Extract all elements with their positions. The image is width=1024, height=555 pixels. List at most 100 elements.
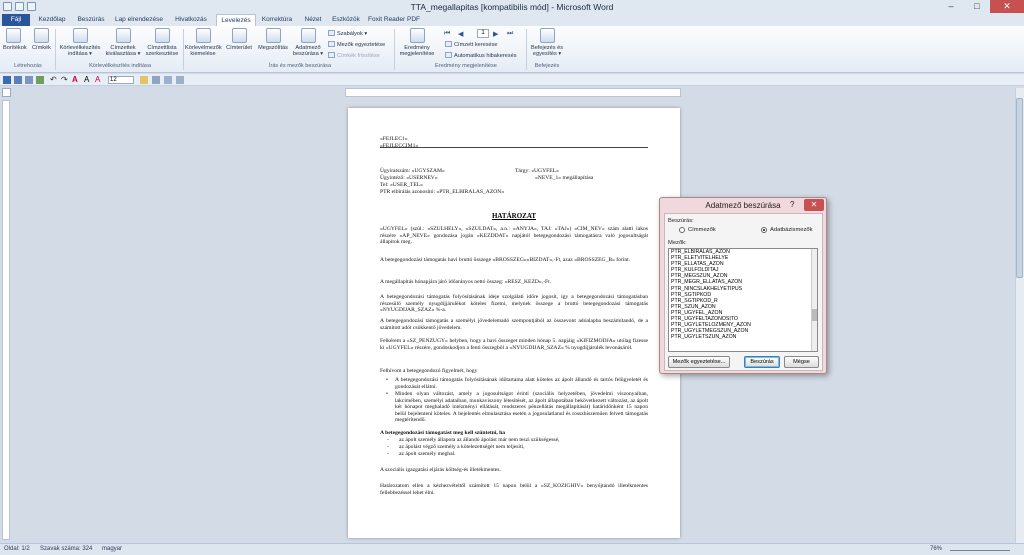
highlight-merge-fields-button[interactable]: Körlevélmezők kiemelése (185, 28, 222, 57)
rules-button[interactable]: Szabályok ▾ (328, 30, 367, 37)
bullet-icon: • (386, 377, 388, 383)
minimize-button[interactable]: – (938, 0, 964, 13)
doc-bullet-item: A betegegondozási támogatás folyósításán… (395, 377, 648, 390)
shrink-font-icon[interactable]: A (95, 76, 103, 84)
match-fields-icon (328, 41, 335, 47)
bullet-icon: • (386, 391, 388, 397)
previous-record-icon[interactable]: ◀ (458, 30, 463, 38)
insert-label: Beszúrás: (668, 218, 694, 224)
auto-check-errors-button[interactable]: Automatikus hibakeresés (445, 52, 517, 59)
greeting-line-button[interactable]: Megszólítás (256, 28, 290, 51)
envelopes-button[interactable]: Borítékok (3, 28, 27, 51)
listbox-scroll-thumb[interactable] (812, 309, 817, 321)
quick-format-toolbar: ↶ ↷ A A A 12 (0, 74, 1024, 86)
address-block-button[interactable]: Címterület (224, 28, 254, 51)
database-fields-label[interactable]: Adatbázismezők (770, 227, 813, 233)
doc-bullet-item: Minden olyan változást, amely a jogosult… (395, 391, 648, 424)
font-color-icon[interactable]: A (72, 76, 80, 84)
zoom-slider[interactable] (950, 550, 1010, 551)
tab-tools[interactable]: Eszközök (330, 14, 362, 26)
table-icon[interactable] (176, 76, 184, 84)
update-labels-icon (328, 52, 335, 58)
finish-merge-button[interactable]: Befejezés és egyesítés ▾ (528, 28, 566, 57)
preview-results-button[interactable]: Eredmény megjelenítése (398, 28, 436, 57)
tab-page-layout[interactable]: Lap elrendezése (112, 14, 166, 26)
highlight-icon[interactable] (140, 76, 148, 84)
print-icon[interactable] (25, 76, 33, 84)
paragraph-icon[interactable] (164, 76, 172, 84)
first-record-icon[interactable]: ⏮ (444, 30, 450, 38)
check-errors-icon (445, 52, 452, 58)
scrollbar-thumb[interactable] (1016, 98, 1023, 278)
tab-insert[interactable]: Beszúrás (72, 14, 110, 26)
cancel-button[interactable]: Mégse (784, 356, 819, 368)
doc-paragraph: «UGYFEL» (szül.: «SZULHELY», «SZULDAT», … (380, 226, 648, 246)
listbox-scrollbar[interactable] (811, 249, 817, 351)
save-icon[interactable] (14, 76, 22, 84)
doc-paragraph: A betegegondozási támogatás folyósításán… (380, 294, 648, 314)
tab-file[interactable]: Fájl (2, 14, 30, 26)
tab-foxit[interactable]: Foxit Reader PDF (364, 14, 424, 26)
insert-merge-field-button[interactable]: Adatmező beszúrása ▾ (292, 28, 324, 57)
insert-button[interactable]: Beszúrás (744, 356, 780, 368)
dialog-title: Adatmező beszúrása (705, 201, 781, 210)
horizontal-ruler[interactable] (345, 88, 681, 97)
doc-subject: Tárgy: «UGYFEL» (515, 168, 559, 174)
close-button[interactable]: ✕ (990, 0, 1024, 13)
match-fields-button[interactable]: Mezők egyeztetése (328, 41, 385, 48)
recipients-icon (115, 28, 131, 43)
find-recipient-button[interactable]: Címzett keresése (445, 41, 498, 48)
vertical-ruler[interactable] (2, 100, 10, 540)
redo-icon[interactable]: ↷ (61, 76, 69, 84)
fields-listbox[interactable]: PTR_ELBIRALAS_AZON PTR_ELETVITELHELYE PT… (668, 248, 818, 352)
insert-merge-field-dialog: Adatmező beszúrása ? ✕ Beszúrás: Címmező… (659, 197, 827, 374)
tab-references[interactable]: Hivatkozás (168, 14, 214, 26)
language-indicator[interactable]: magyar (102, 546, 122, 552)
help-icon[interactable]: ? (790, 200, 794, 209)
page-count[interactable]: Oldal: 1/2 (4, 546, 30, 552)
font-size-select[interactable]: 12 (108, 76, 134, 84)
tab-home[interactable]: Kezdőlap (34, 14, 70, 26)
tab-review[interactable]: Korrektúra (258, 14, 296, 26)
ribbon-separator (394, 29, 395, 70)
tab-selector-button[interactable] (2, 88, 11, 97)
last-record-icon[interactable]: ⏭ (507, 30, 513, 38)
ribbon-tabs: Fájl Kezdőlap Beszúrás Lap elrendezése H… (0, 14, 1024, 27)
start-mail-merge-button[interactable]: Körlevélkészítés indítása ▾ (58, 28, 102, 57)
tab-view[interactable]: Nézet (298, 14, 328, 26)
group-write-insert-label: Írás és mezők beszúrása (268, 63, 332, 69)
ribbon-separator (526, 29, 527, 70)
update-labels-button[interactable]: Címkék frissítése (328, 52, 380, 59)
envelope-icon (5, 28, 21, 43)
doc-header-field: «FEJLEC1» (380, 136, 408, 142)
maximize-button[interactable]: □ (964, 0, 990, 13)
group-start-merge-label: Körlevélkészítés indítása (89, 63, 151, 69)
list-item[interactable]: PTR_UGYLETSZUN_AZON (669, 334, 817, 340)
undo-icon[interactable]: ↶ (50, 76, 58, 84)
match-fields-button[interactable]: Mezők egyeztetése... (668, 356, 730, 368)
labels-button[interactable]: Címkék (32, 28, 51, 51)
edit-recipient-list-button[interactable]: Címzettlista szerkesztése (144, 28, 180, 57)
merge-field-icon (300, 28, 316, 43)
doc-paragraph: A betegegondozási támogatás a személyi j… (380, 318, 648, 331)
rules-icon (328, 30, 335, 36)
word-count[interactable]: Szavak száma: 324 (40, 546, 92, 552)
dialog-close-button[interactable]: ✕ (804, 199, 824, 211)
format-painter-icon[interactable] (152, 76, 160, 84)
record-number-input[interactable]: 1 (477, 29, 489, 38)
zoom-level[interactable]: 76% (930, 546, 942, 552)
doc-paragraph: Határozatom ellen a kézhezvételtől számí… (380, 483, 648, 496)
doc-case-number: Ügyiratszám: «UGYSZAM» (380, 168, 445, 174)
next-record-icon[interactable]: ▶ (493, 30, 498, 38)
database-fields-radio[interactable] (761, 227, 767, 233)
address-block-icon (231, 28, 247, 43)
grow-font-icon[interactable]: A (84, 76, 92, 84)
address-fields-radio[interactable] (679, 227, 685, 233)
address-fields-label[interactable]: Címmezők (688, 227, 716, 233)
doc-phone: Tel: «USER_TEL» (380, 182, 423, 188)
group-create-label: Létrehozás (14, 63, 42, 69)
highlight-fields-icon (195, 28, 211, 43)
doc-dash-item: az ápolást végző személy a kötelezettség… (399, 444, 525, 450)
select-recipients-button[interactable]: Címzettek kiválasztása ▾ (104, 28, 142, 57)
spell-check-icon[interactable] (36, 76, 44, 84)
